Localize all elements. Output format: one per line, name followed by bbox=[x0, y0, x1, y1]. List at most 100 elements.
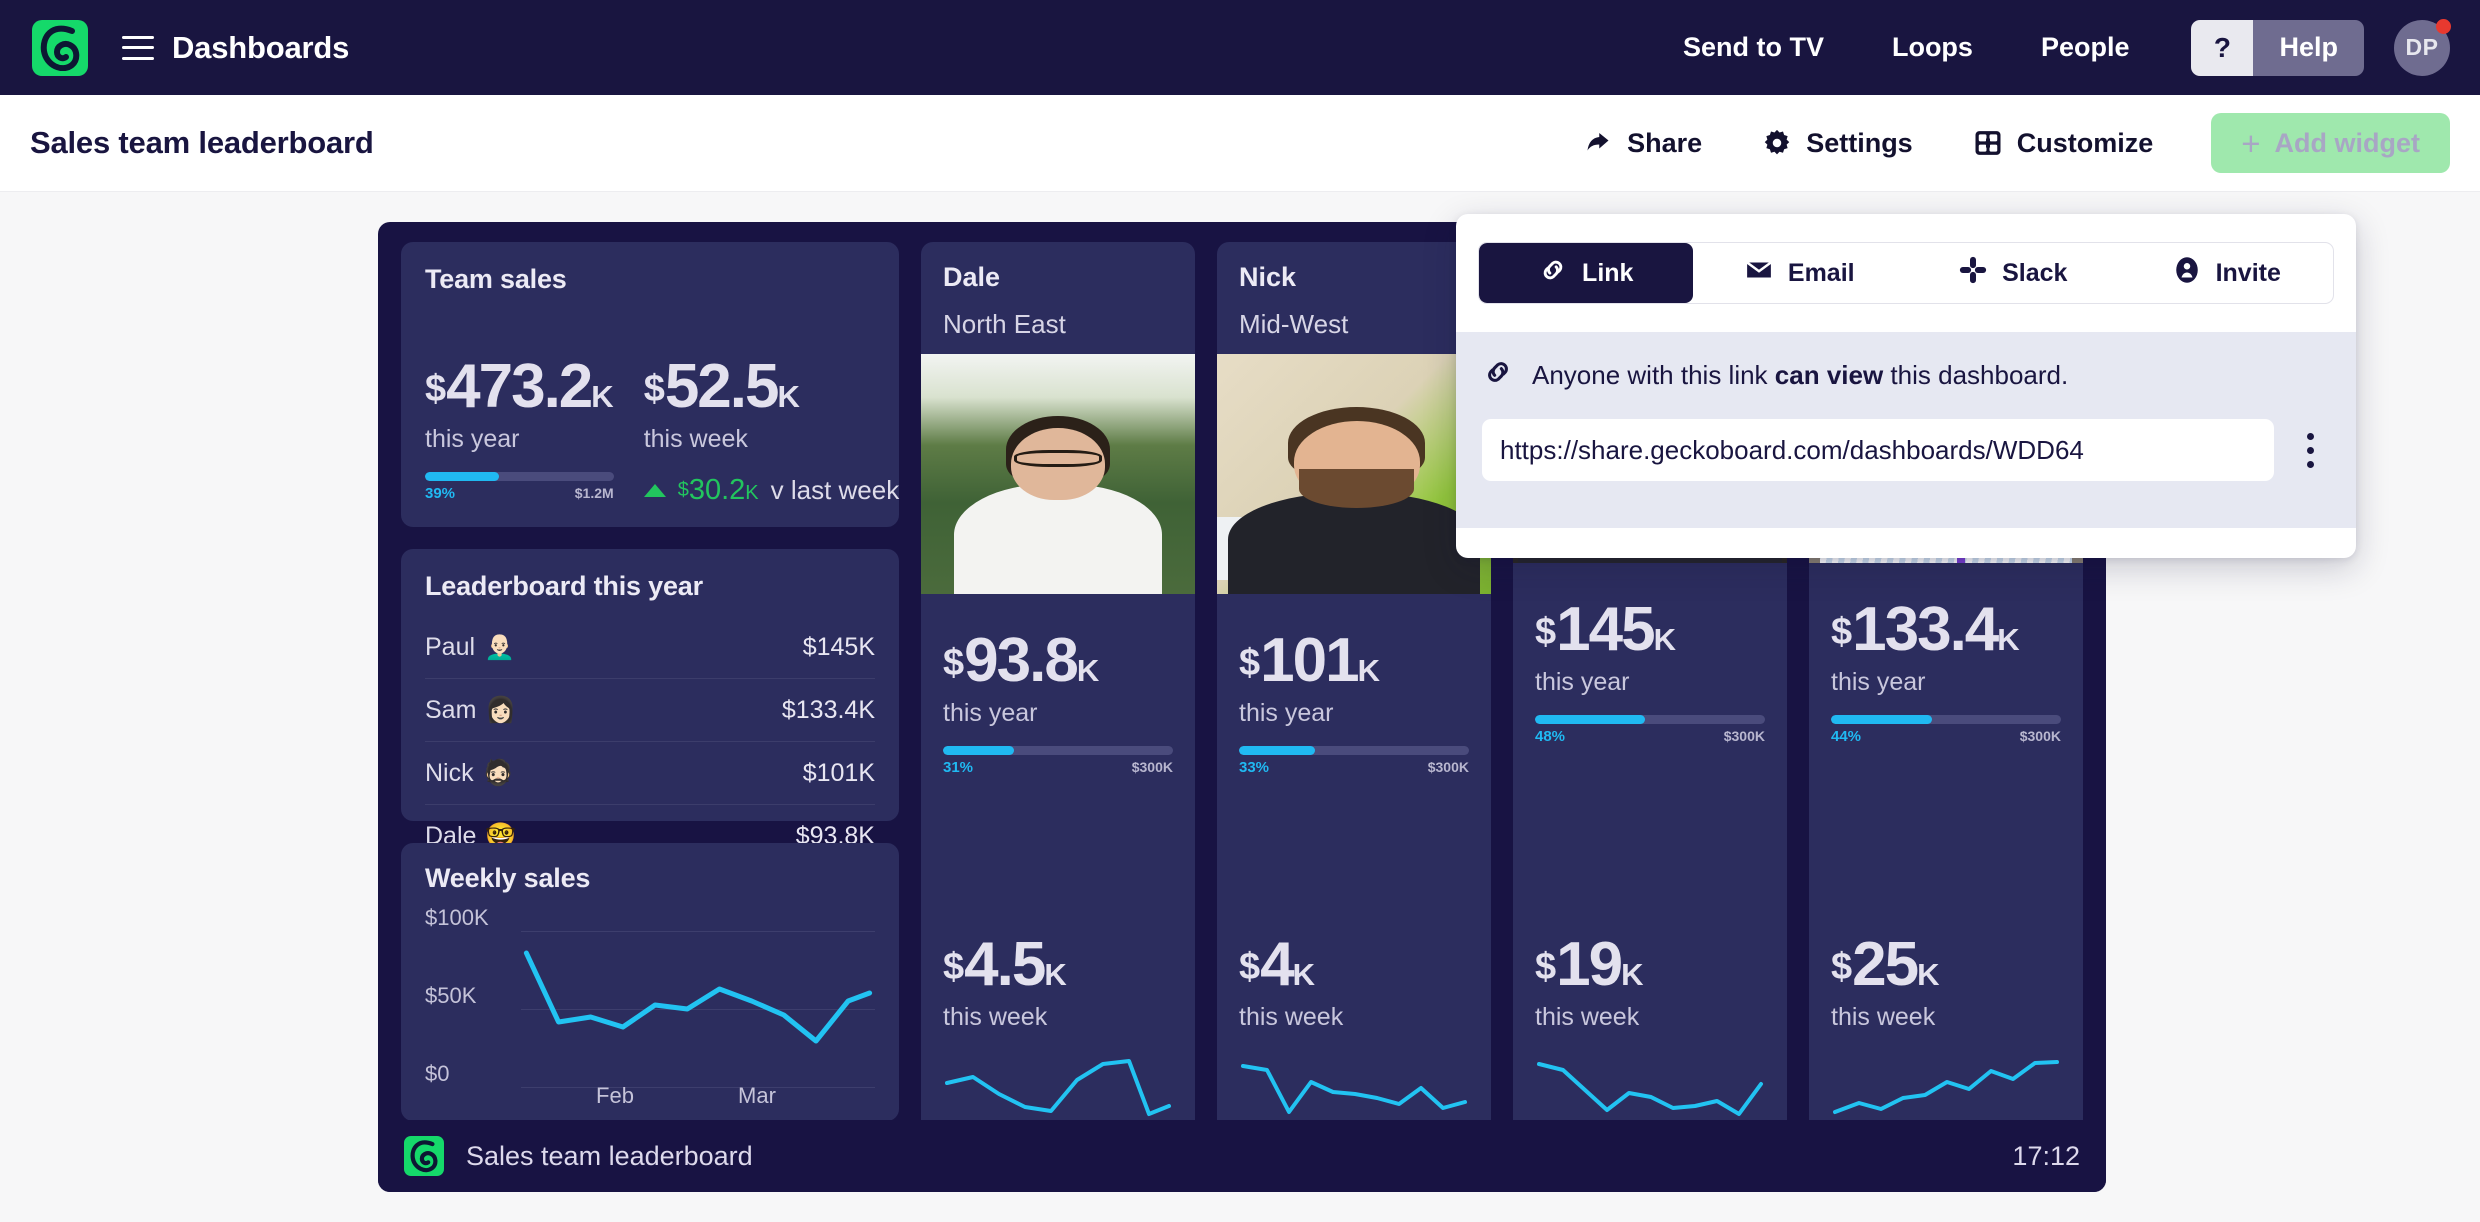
settings-label: Settings bbox=[1806, 128, 1913, 159]
tab-email[interactable]: Email bbox=[1693, 243, 1907, 303]
note-permission: can view bbox=[1775, 360, 1883, 390]
leaderboard-row-name: Nick🧔🏻 bbox=[425, 759, 514, 788]
person-week-label: this week bbox=[1831, 1003, 2061, 1032]
slack-icon bbox=[1958, 255, 1988, 292]
person-week-block: $4K this week bbox=[1217, 936, 1491, 1140]
share-arrow-icon bbox=[1583, 128, 1613, 158]
progress-percent: 39% bbox=[425, 485, 455, 502]
widget-team-sales[interactable]: Team sales $473.2K this year 39% bbox=[401, 242, 899, 527]
team-sales-year-label: this year bbox=[425, 425, 614, 454]
note-text: Anyone with this link can view this dash… bbox=[1532, 360, 2068, 391]
more-options-icon[interactable] bbox=[2290, 433, 2330, 468]
person-year-value: $93.8K bbox=[943, 632, 1173, 691]
progress-percent: 31% bbox=[943, 759, 973, 776]
progress-track bbox=[943, 746, 1173, 755]
person-card-nick[interactable]: Nick Mid-West $101K bbox=[1217, 242, 1491, 1140]
currency-symbol: $ bbox=[425, 368, 446, 410]
tab-slack[interactable]: Slack bbox=[1906, 243, 2120, 303]
envelope-icon bbox=[1744, 255, 1774, 292]
value-number: 52.5 bbox=[665, 352, 778, 421]
note-suffix: this dashboard. bbox=[1883, 360, 2068, 390]
person-week-sparkline bbox=[1831, 1054, 2061, 1120]
share-permission-note: Anyone with this link can view this dash… bbox=[1482, 356, 2330, 395]
geckoboard-logo[interactable] bbox=[32, 20, 88, 76]
y-axis-tick-0: $100K bbox=[425, 905, 489, 931]
currency-symbol: $ bbox=[1831, 611, 1852, 653]
table-row: Paul👨🏻‍🦲 $145K bbox=[425, 616, 875, 679]
person-year-block: $101K this year 33% $300K bbox=[1217, 594, 1491, 798]
tab-link[interactable]: Link bbox=[1479, 243, 1693, 303]
progress-track bbox=[1535, 715, 1765, 724]
photo-beard-shape bbox=[1299, 469, 1414, 507]
value-suffix: K bbox=[591, 379, 613, 414]
person-year-progress: 33% $300K bbox=[1239, 746, 1469, 776]
value-suffix: K bbox=[1997, 622, 2019, 657]
notification-dot bbox=[2436, 19, 2451, 34]
nav-link-send-to-tv[interactable]: Send to TV bbox=[1649, 32, 1858, 63]
delta-suffix: K bbox=[745, 482, 758, 504]
person-card-dale[interactable]: Dale North East $93.8K this bbox=[921, 242, 1195, 1140]
y-axis-tick-1: $50K bbox=[425, 983, 476, 1009]
progress-track bbox=[425, 472, 614, 481]
person-region: Mid-West bbox=[1239, 309, 1469, 340]
progress-goal: $1.2M bbox=[575, 485, 614, 502]
widget-leaderboard[interactable]: Leaderboard this year Paul👨🏻‍🦲 $145K Sam… bbox=[401, 549, 899, 821]
share-button[interactable]: Share bbox=[1553, 128, 1732, 159]
person-week-value: $25K bbox=[1831, 936, 2061, 995]
progress-footer: 44% $300K bbox=[1831, 728, 2061, 745]
weekly-sales-title: Weekly sales bbox=[425, 863, 875, 894]
menu-hamburger-icon[interactable] bbox=[122, 36, 154, 60]
help-question-icon[interactable]: ? bbox=[2191, 20, 2253, 76]
progress-percent: 33% bbox=[1239, 759, 1269, 776]
value-number: 101 bbox=[1260, 626, 1357, 695]
value-number: 473.2 bbox=[446, 352, 591, 421]
app-root: Dashboards Send to TV Loops People ? Hel… bbox=[0, 0, 2480, 1222]
share-url-input[interactable] bbox=[1482, 419, 2274, 481]
person-year-progress: 31% $300K bbox=[943, 746, 1173, 776]
toolbar-actions: Share Settings bbox=[1553, 113, 2480, 173]
delta-comparison-text: v last week bbox=[771, 475, 900, 506]
leaderboard-row-name: Sam👩🏻 bbox=[425, 696, 517, 725]
person-week-sparkline bbox=[943, 1054, 1173, 1120]
person-photo bbox=[921, 354, 1195, 594]
currency-symbol: $ bbox=[1239, 946, 1260, 988]
help-label[interactable]: Help bbox=[2253, 20, 2364, 76]
tab-invite[interactable]: Invite bbox=[2120, 243, 2334, 303]
table-row: Sam👩🏻 $133.4K bbox=[425, 679, 875, 742]
person-week-label: this week bbox=[943, 1003, 1173, 1032]
tab-link-label: Link bbox=[1582, 259, 1633, 288]
progress-footer: 39% $1.2M bbox=[425, 485, 614, 502]
currency-symbol: $ bbox=[1831, 946, 1852, 988]
widget-weekly-sales[interactable]: Weekly sales $100K $50K $0 Feb Mar bbox=[401, 843, 899, 1121]
person-card-header: Dale North East bbox=[921, 242, 1195, 354]
person-card-header: Nick Mid-West bbox=[1217, 242, 1491, 354]
avatar-initials: DP bbox=[2406, 34, 2439, 61]
add-widget-button[interactable]: + Add widget bbox=[2211, 113, 2450, 173]
person-year-label: this year bbox=[943, 699, 1173, 728]
value-number: 93.8 bbox=[964, 626, 1077, 695]
leaderboard-title: Leaderboard this year bbox=[425, 571, 875, 602]
nav-dashboards-label[interactable]: Dashboards bbox=[172, 30, 349, 66]
customize-button[interactable]: Customize bbox=[1943, 128, 2184, 159]
arrow-up-icon bbox=[644, 484, 666, 497]
footer-geckoboard-logo bbox=[404, 1136, 444, 1176]
person-week-block: $4.5K this week bbox=[921, 936, 1195, 1140]
note-prefix: Anyone with this link bbox=[1532, 360, 1775, 390]
person-photo bbox=[1217, 354, 1491, 594]
team-sales-week-block: $52.5K this week $30.2K v last week bbox=[644, 358, 900, 507]
team-sales-week-delta: $30.2K v last week bbox=[644, 474, 900, 507]
nav-link-people[interactable]: People bbox=[2007, 32, 2164, 63]
avatar[interactable]: DP bbox=[2394, 20, 2450, 76]
team-sales-week-value: $52.5K bbox=[644, 358, 900, 417]
person-year-progress: 44% $300K bbox=[1831, 715, 2061, 745]
leaderboard-rows: Paul👨🏻‍🦲 $145K Sam👩🏻 $133.4K Nick🧔🏻 $101… bbox=[425, 616, 875, 868]
progress-fill bbox=[1239, 746, 1315, 755]
team-sales-year-value: $473.2K bbox=[425, 358, 614, 417]
settings-button[interactable]: Settings bbox=[1732, 128, 1943, 159]
row-name-text: Paul bbox=[425, 633, 475, 662]
currency-symbol: $ bbox=[1239, 642, 1260, 684]
nav-link-loops[interactable]: Loops bbox=[1858, 32, 2007, 63]
dashboard-footer: Sales team leaderboard 17:12 bbox=[378, 1120, 2106, 1192]
weekly-sales-chart: $100K $50K $0 Feb Mar bbox=[425, 909, 875, 1109]
help-button-group[interactable]: ? Help bbox=[2191, 20, 2364, 76]
